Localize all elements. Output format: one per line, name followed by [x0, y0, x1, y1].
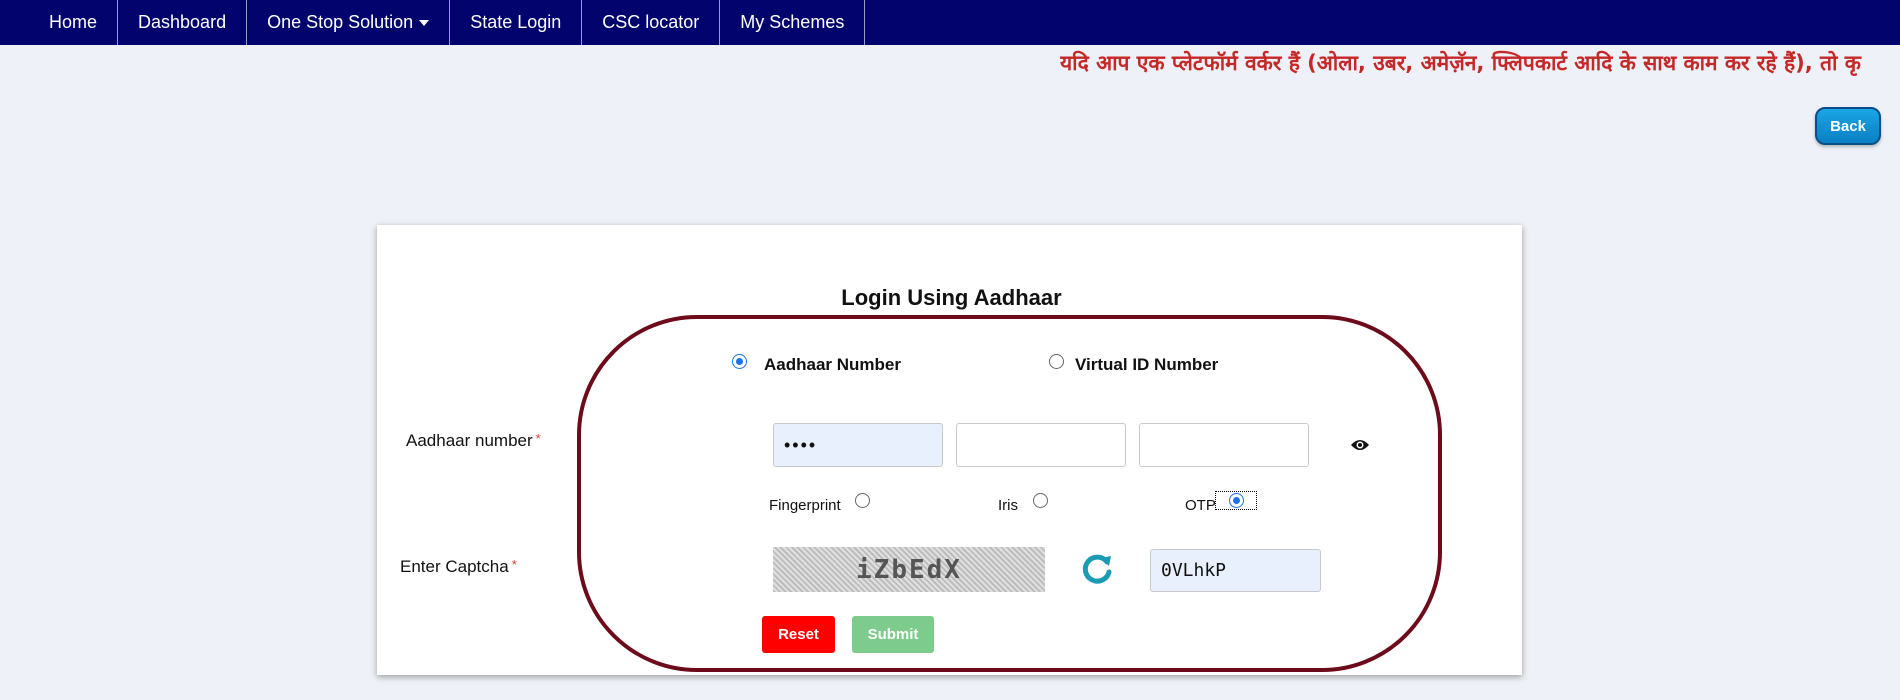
virtual-id-radio[interactable] [1049, 354, 1064, 369]
aadhaar-part-2-input[interactable] [956, 423, 1126, 467]
nav-home[interactable]: Home [29, 0, 119, 45]
aadhaar-number-radio[interactable] [732, 354, 747, 369]
nav-state-login-label: State Login [470, 12, 562, 32]
required-mark: * [535, 431, 541, 446]
captcha-input[interactable]: 0VLhkP [1150, 549, 1321, 592]
top-navbar: Home Dashboard One Stop Solution State L… [0, 0, 1900, 45]
captcha-label-text: Enter Captcha [400, 557, 509, 576]
captcha-image: iZbEdX [773, 547, 1045, 592]
otp-radio[interactable] [1229, 493, 1244, 508]
nav-one-stop-solution-label: One Stop Solution [267, 12, 414, 32]
login-card: Login Using Aadhaar Aadhaar Number Virtu… [377, 225, 1522, 675]
back-button[interactable]: Back [1815, 107, 1881, 145]
otp-label: OTP [1185, 497, 1216, 514]
caret-down-icon [419, 19, 430, 26]
submit-button[interactable]: Submit [852, 616, 934, 653]
captcha-image-text: iZbEdX [856, 554, 962, 585]
nav-my-schemes-label: My Schemes [740, 12, 845, 32]
fingerprint-label: Fingerprint [769, 497, 841, 514]
aadhaar-number-radio-label: Aadhaar Number [764, 355, 901, 374]
aadhaar-number-label-text: Aadhaar number [406, 431, 533, 450]
eye-icon[interactable] [1350, 437, 1370, 453]
announcement-marquee: यदि आप एक प्लेटफॉर्म वर्कर हैं (ओला, उबर… [1060, 47, 1900, 79]
aadhaar-part-1-input[interactable]: •••• [773, 423, 943, 467]
aadhaar-part-3-input[interactable] [1139, 423, 1309, 467]
page-title: Login Using Aadhaar [841, 285, 1062, 310]
reset-button[interactable]: Reset [762, 616, 835, 653]
nav-home-label: Home [49, 12, 98, 32]
nav-dashboard[interactable]: Dashboard [118, 0, 248, 45]
nav-csc-locator-label: CSC locator [602, 12, 700, 32]
iris-label: Iris [998, 497, 1018, 514]
captcha-label: Enter Captcha * [400, 557, 517, 577]
nav-state-login[interactable]: State Login [450, 0, 583, 45]
virtual-id-radio-label: Virtual ID Number [1075, 355, 1219, 374]
announcement-text: यदि आप एक प्लेटफॉर्म वर्कर हैं (ओला, उबर… [1060, 51, 1861, 75]
fingerprint-radio[interactable] [855, 493, 870, 508]
nav-csc-locator[interactable]: CSC locator [582, 0, 721, 45]
nav-dashboard-label: Dashboard [138, 12, 227, 32]
highlight-ellipse [577, 315, 1442, 672]
nav-my-schemes[interactable]: My Schemes [720, 0, 866, 45]
captcha-required-mark: * [511, 557, 517, 572]
refresh-icon[interactable] [1080, 552, 1114, 586]
nav-one-stop-solution[interactable]: One Stop Solution [247, 0, 451, 45]
aadhaar-number-label: Aadhaar number * [406, 431, 541, 451]
iris-radio[interactable] [1033, 493, 1048, 508]
